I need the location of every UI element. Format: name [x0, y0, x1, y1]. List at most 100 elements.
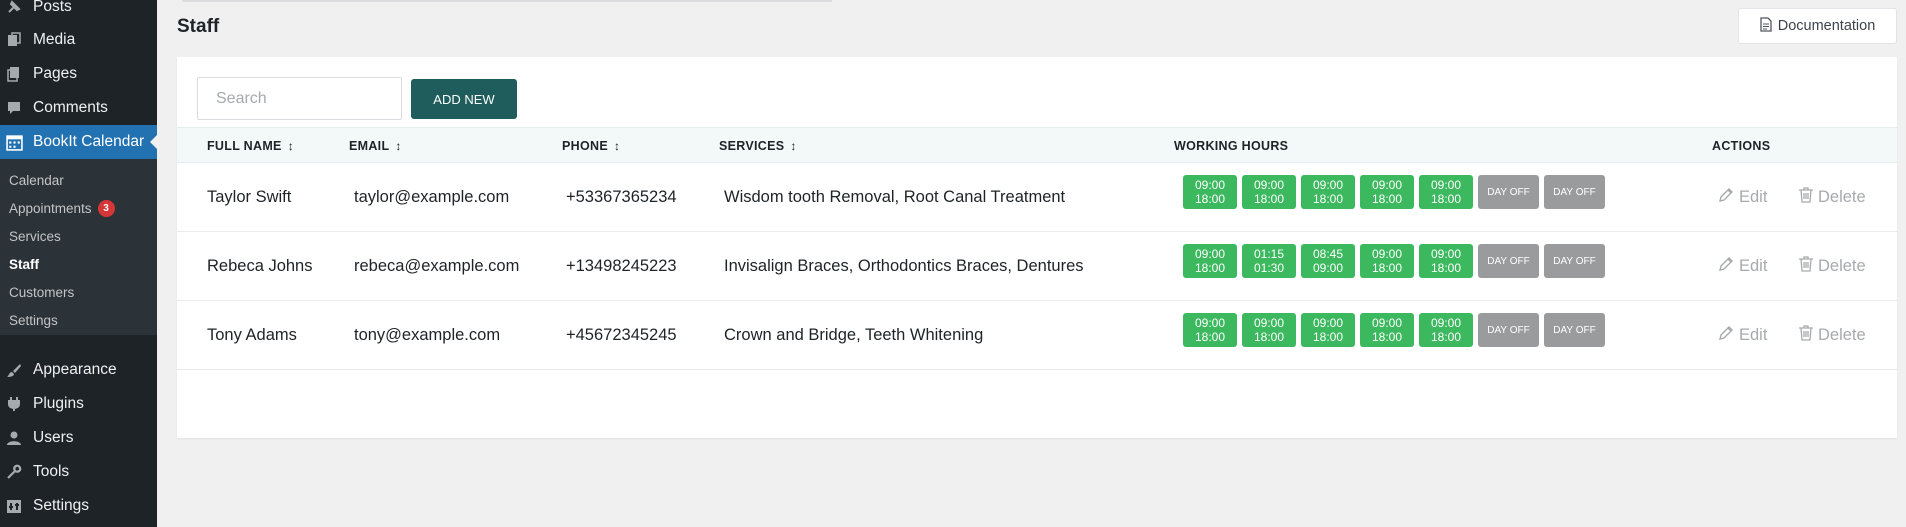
- hours-slot: 09:00 18:00: [1183, 313, 1237, 347]
- calendar-icon: [5, 133, 23, 151]
- admin-sidebar: Posts Media Pages Comments BookIt Calend…: [0, 0, 158, 527]
- delete-label: Delete: [1818, 326, 1866, 344]
- hours-slot: 09:00 18:00: [1360, 175, 1414, 209]
- sort-icon: ↕: [395, 139, 402, 153]
- column-header-actions: ACTIONS: [1712, 128, 1770, 164]
- pencil-icon: [1717, 324, 1735, 347]
- hours-slot: 09:00 18:00: [1301, 313, 1355, 347]
- bookit-submenu: Calendar Appointments 3 Services Staff Cu…: [0, 159, 157, 335]
- menu-label: Comments: [33, 99, 108, 116]
- header-label: ACTIONS: [1712, 139, 1771, 153]
- user-icon: [5, 429, 23, 447]
- staff-phone: +53367365234: [566, 188, 677, 206]
- column-header-services[interactable]: SERVICES ↕: [719, 128, 797, 164]
- hours-slot: 09:00 18:00: [1419, 244, 1473, 278]
- menu-item-settings[interactable]: Settings: [0, 489, 157, 523]
- menu-item-plugins[interactable]: Plugins: [0, 387, 157, 421]
- settings-icon: [5, 497, 23, 515]
- staff-name: Taylor Swift: [207, 188, 292, 206]
- trash-icon: [1798, 255, 1814, 278]
- hours-slot: 09:00 18:00: [1360, 313, 1414, 347]
- edit-label: Edit: [1739, 326, 1768, 344]
- pencil-icon: [1717, 255, 1735, 278]
- day-off-badge: DAY OFF: [1478, 244, 1539, 278]
- staff-phone: +13498245223: [566, 257, 677, 275]
- menu-item-bookit-calendar[interactable]: BookIt Calendar: [0, 125, 158, 159]
- menu-label: Tools: [33, 463, 70, 480]
- menu-label: Pages: [33, 65, 77, 82]
- delete-button[interactable]: Delete: [1798, 163, 1866, 232]
- menu-label: Users: [33, 429, 74, 446]
- column-header-full-name[interactable]: FULL NAME ↕: [207, 128, 294, 164]
- submenu-label: Services: [9, 228, 61, 244]
- top-divider: [182, 0, 832, 2]
- staff-phone: +45672345245: [566, 326, 677, 344]
- pages-icon: [5, 65, 23, 83]
- staff-name: Rebeca Johns: [207, 257, 313, 275]
- submenu-label: Settings: [9, 312, 58, 328]
- day-off-badge: DAY OFF: [1478, 175, 1539, 209]
- working-hours: 09:00 18:00 09:00 18:00 09:00 18:00 09:00 18…: [1183, 313, 1605, 347]
- brush-icon: [5, 361, 23, 379]
- documentation-button[interactable]: Documentation: [1738, 8, 1897, 44]
- delete-label: Delete: [1818, 257, 1866, 275]
- menu-label: Posts: [33, 0, 72, 15]
- staff-services: Invisalign Braces, Orthodontics Braces, …: [724, 257, 1084, 275]
- hours-slot: 09:00 18:00: [1242, 313, 1296, 347]
- delete-label: Delete: [1818, 188, 1866, 206]
- sort-icon: ↕: [613, 139, 621, 153]
- hours-slot: 09:00 18:00: [1360, 244, 1414, 278]
- submenu-item-services[interactable]: Services: [9, 226, 61, 246]
- staff-email: taylor@example.com: [354, 188, 510, 206]
- sort-icon: ↕: [287, 139, 294, 153]
- menu-label: Appearance: [33, 361, 117, 378]
- day-off-badge: DAY OFF: [1544, 244, 1605, 278]
- column-header-working-hours: WORKING HOURS: [1174, 128, 1288, 164]
- table-row: Tony Adams tony@example.com +45672345245…: [177, 301, 1897, 370]
- hours-slot: 01:15 01:30: [1242, 244, 1296, 278]
- menu-item-tools[interactable]: Tools: [0, 455, 157, 489]
- menu-item-pages[interactable]: Pages: [0, 57, 157, 91]
- staff-email: tony@example.com: [354, 326, 501, 344]
- submenu-item-settings[interactable]: Settings: [9, 310, 58, 330]
- menu-item-appearance[interactable]: Appearance: [0, 353, 157, 387]
- page-title: Staff: [177, 16, 220, 37]
- working-hours: 09:00 18:00 09:00 18:00 09:00 18:00 09:00 18…: [1183, 175, 1605, 209]
- edit-button[interactable]: Edit: [1717, 232, 1767, 301]
- add-new-button[interactable]: ADD NEW: [411, 79, 517, 119]
- submenu-item-customers[interactable]: Customers: [9, 282, 74, 302]
- day-off-badge: DAY OFF: [1544, 313, 1605, 347]
- trash-icon: [1798, 324, 1814, 347]
- submenu-item-staff[interactable]: Staff: [9, 254, 39, 274]
- table-row: Taylor Swift taylor@example.com +5336736…: [177, 163, 1897, 232]
- header-label: PHONE: [562, 139, 608, 153]
- submenu-item-appointments[interactable]: Appointments 3: [9, 198, 115, 218]
- menu-item-users[interactable]: Users: [0, 421, 157, 455]
- menu-item-comments[interactable]: Comments: [0, 91, 157, 125]
- staff-name: Tony Adams: [207, 326, 297, 344]
- edit-button[interactable]: Edit: [1717, 163, 1767, 232]
- sort-icon: ↕: [790, 139, 797, 153]
- submenu-label: Staff: [9, 256, 39, 272]
- table-header: FULL NAME ↕ EMAIL ↕ PHONE ↕ SERVICES ↕ WORKI…: [177, 127, 1897, 163]
- header-label: WORKING HOURS: [1174, 139, 1289, 153]
- staff-panel: ADD NEW FULL NAME ↕ EMAIL ↕ PHONE ↕ SERVICE…: [177, 57, 1897, 438]
- search-input[interactable]: [197, 77, 402, 120]
- menu-label: Media: [33, 31, 76, 48]
- notification-badge: 3: [97, 199, 115, 217]
- submenu-label: Customers: [9, 284, 75, 300]
- header-label: FULL NAME: [207, 139, 282, 153]
- column-header-email[interactable]: EMAIL ↕: [349, 128, 402, 164]
- menu-item-media[interactable]: Media: [0, 23, 157, 57]
- edit-label: Edit: [1739, 188, 1768, 206]
- working-hours: 09:00 18:00 01:15 01:30 08:45 09:00 09:00 18…: [1183, 244, 1605, 278]
- delete-button[interactable]: Delete: [1798, 232, 1866, 301]
- submenu-item-calendar[interactable]: Calendar: [9, 170, 64, 190]
- menu-item-posts[interactable]: Posts: [0, 0, 157, 24]
- edit-button[interactable]: Edit: [1717, 301, 1767, 370]
- column-header-phone[interactable]: PHONE ↕: [562, 128, 620, 164]
- delete-button[interactable]: Delete: [1798, 301, 1866, 370]
- plugin-icon: [5, 395, 23, 413]
- menu-label: BookIt Calendar: [33, 133, 145, 150]
- wrench-icon: [5, 463, 23, 481]
